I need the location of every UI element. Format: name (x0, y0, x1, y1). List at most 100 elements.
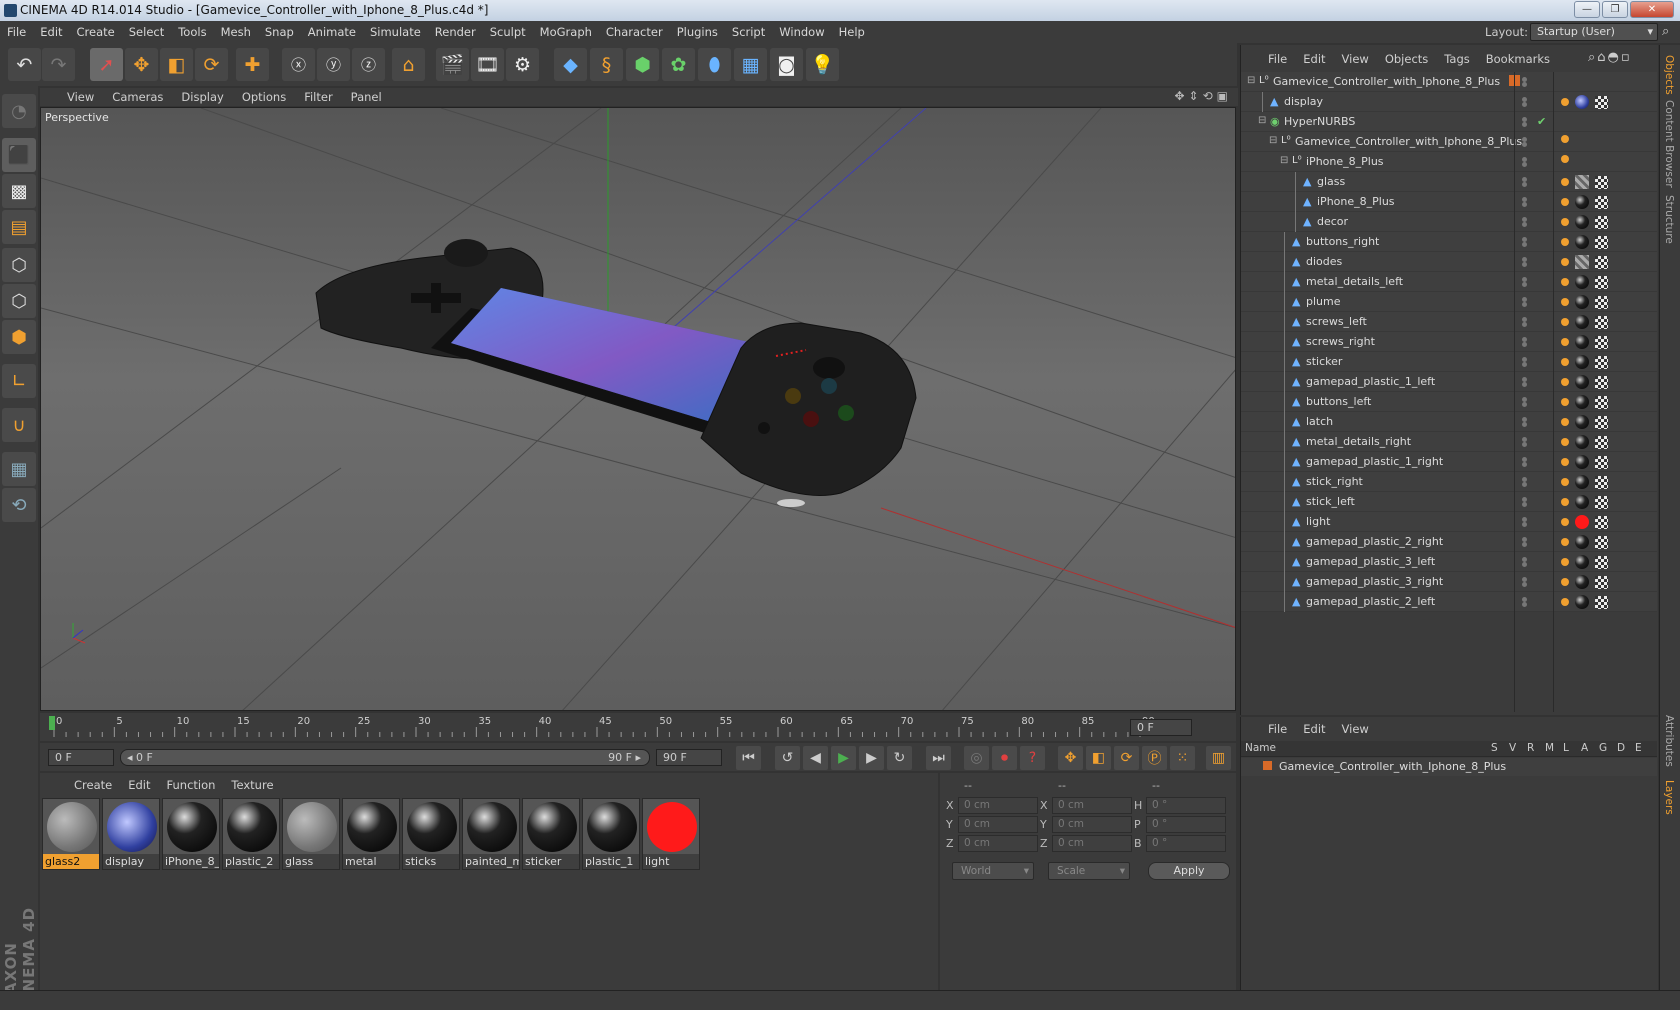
visibility-dots[interactable] (1522, 277, 1530, 287)
cube-icon[interactable]: ◆ (554, 48, 587, 81)
texture-tag-icon[interactable] (1595, 175, 1608, 189)
coordinate-space-select[interactable]: World ▾ (952, 862, 1034, 880)
object-row[interactable]: ▲ buttons_right (1241, 232, 1657, 252)
coordinate-field[interactable]: 0 cm (958, 797, 1038, 814)
z-axis-icon[interactable]: ⓩ (352, 48, 385, 81)
visibility-dots[interactable] (1522, 557, 1530, 567)
object-menu-edit[interactable]: Edit (1295, 52, 1333, 66)
material-slot[interactable]: display (102, 798, 160, 870)
visibility-dots[interactable] (1522, 317, 1530, 327)
object-row[interactable]: ▲ gamepad_plastic_2_left (1241, 592, 1657, 612)
phong-tag-icon[interactable] (1561, 178, 1569, 186)
material-menu-texture[interactable]: Texture (223, 778, 281, 792)
menu-character[interactable]: Character (599, 25, 670, 39)
minimize-button[interactable]: — (1574, 1, 1600, 18)
key-parameter-icon[interactable]: Ⓟ (1142, 746, 1167, 770)
playhead[interactable] (49, 716, 55, 730)
menu-edit[interactable]: Edit (33, 25, 69, 39)
coordinate-system-icon[interactable]: ⌂ (392, 48, 425, 81)
phong-tag-icon[interactable] (1561, 498, 1569, 506)
material-slot[interactable]: glass2 (42, 798, 100, 870)
phong-tag-icon[interactable] (1561, 155, 1569, 163)
key-scale-icon[interactable]: ◧ (1086, 746, 1111, 770)
material-slot[interactable]: metal (342, 798, 400, 870)
object-row[interactable]: ▲ metal_details_right (1241, 432, 1657, 452)
coordinate-field[interactable]: 0 ° (1146, 816, 1226, 833)
texture-tag-icon[interactable] (1595, 515, 1608, 529)
y-axis-icon[interactable]: ⓨ (317, 48, 350, 81)
key-point-level-icon[interactable]: ⁙ (1170, 746, 1195, 770)
viewport-menu-display[interactable]: Display (172, 90, 232, 104)
record-keys-icon[interactable]: ◎ (964, 746, 989, 770)
phong-tag-icon[interactable] (1561, 538, 1569, 546)
menu-simulate[interactable]: Simulate (363, 25, 428, 39)
go-to-start-icon[interactable]: ⏮ (736, 746, 761, 770)
viewport-menu-filter[interactable]: Filter (295, 90, 341, 104)
expand-toggle-icon[interactable]: ⊟ (1247, 75, 1255, 86)
texture-tag-icon[interactable] (1595, 575, 1608, 589)
visibility-dots[interactable] (1522, 597, 1530, 607)
expand-toggle-icon[interactable]: ⊟ (1258, 115, 1266, 126)
menu-file[interactable]: File (0, 25, 33, 39)
expand-toggle-icon[interactable]: ⊟ (1269, 135, 1277, 146)
apply-button[interactable]: Apply (1148, 862, 1230, 880)
phong-tag-icon[interactable] (1561, 598, 1569, 606)
object-row[interactable]: ▲ display (1241, 92, 1657, 112)
axis-mode-icon[interactable]: ∟ (2, 364, 36, 398)
phong-tag-icon[interactable] (1561, 438, 1569, 446)
viewport[interactable]: Perspective (40, 107, 1236, 711)
object-row[interactable]: ▲ latch (1241, 412, 1657, 432)
move-icon[interactable]: ✥ (125, 48, 158, 81)
key-position-icon[interactable]: ✥ (1058, 746, 1083, 770)
material-tag-icon[interactable] (1575, 415, 1589, 429)
menu-snap[interactable]: Snap (258, 25, 301, 39)
phong-tag-icon[interactable] (1561, 238, 1569, 246)
viewport-nav-icons[interactable]: ✥⇕⟲▣ (1174, 89, 1232, 103)
material-tag-icon[interactable] (1575, 295, 1589, 309)
edges-mode-icon[interactable]: ⬡ (2, 284, 36, 318)
material-slot[interactable]: sticks (402, 798, 460, 870)
layout-select[interactable]: Startup (User) ▾ (1530, 23, 1658, 41)
material-tag-icon[interactable] (1575, 395, 1589, 409)
texture-tag-icon[interactable] (1595, 335, 1608, 349)
layer-menu-edit[interactable]: Edit (1295, 722, 1333, 736)
phong-tag-icon[interactable] (1561, 518, 1569, 526)
object-row[interactable]: ▲ gamepad_plastic_3_right (1241, 572, 1657, 592)
object-row[interactable]: ▲ iPhone_8_Plus (1241, 192, 1657, 212)
tab-objects[interactable]: Objects (1663, 55, 1675, 95)
close-button[interactable]: ✕ (1630, 1, 1674, 18)
phong-tag-icon[interactable] (1561, 98, 1569, 106)
coordinate-field[interactable]: 0 cm (1052, 816, 1132, 833)
go-to-end-icon[interactable]: ⏭ (926, 746, 951, 770)
object-row[interactable]: ▲ buttons_left (1241, 392, 1657, 412)
phong-tag-icon[interactable] (1561, 378, 1569, 386)
timeline-ruler[interactable]: 051015202530354045505560657075808590 (40, 713, 1236, 741)
make-editable-icon[interactable]: ◔ (2, 94, 36, 128)
texture-tag-icon[interactable] (1595, 195, 1608, 209)
object-row[interactable]: ▲ decor (1241, 212, 1657, 232)
snap-icon[interactable]: ∪ (2, 408, 36, 442)
texture-tag-icon[interactable] (1595, 95, 1608, 109)
coordinate-mode-select[interactable]: Scale ▾ (1048, 862, 1130, 880)
material-tag-icon[interactable] (1575, 535, 1589, 549)
material-tag-icon[interactable] (1575, 95, 1589, 109)
frame-range-slider[interactable]: ◂ 0 F 90 F ▸ (120, 749, 650, 766)
timeline-window-icon[interactable]: ▥ (1206, 746, 1231, 770)
check-icon[interactable]: ✔ (1537, 115, 1546, 128)
texture-tag-icon[interactable] (1595, 455, 1608, 469)
menu-plugins[interactable]: Plugins (670, 25, 725, 39)
previous-frame-icon[interactable]: ◀ (803, 746, 828, 770)
object-menu-tags[interactable]: Tags (1436, 52, 1477, 66)
material-tag-icon[interactable] (1575, 335, 1589, 349)
phong-tag-icon[interactable] (1561, 278, 1569, 286)
texture-tag-icon[interactable] (1595, 315, 1608, 329)
light-bulb-icon[interactable]: 💡 (806, 48, 839, 81)
material-slot[interactable]: sticker (522, 798, 580, 870)
texture-tag-icon[interactable] (1595, 435, 1608, 449)
tab-layers[interactable]: Layers (1663, 780, 1675, 815)
texture-tag-icon[interactable] (1595, 415, 1608, 429)
visibility-dots[interactable] (1522, 217, 1530, 227)
visibility-dots[interactable] (1522, 337, 1530, 347)
keyframe-selection-icon[interactable]: ? (1020, 746, 1045, 770)
material-tag-icon[interactable] (1575, 495, 1589, 509)
